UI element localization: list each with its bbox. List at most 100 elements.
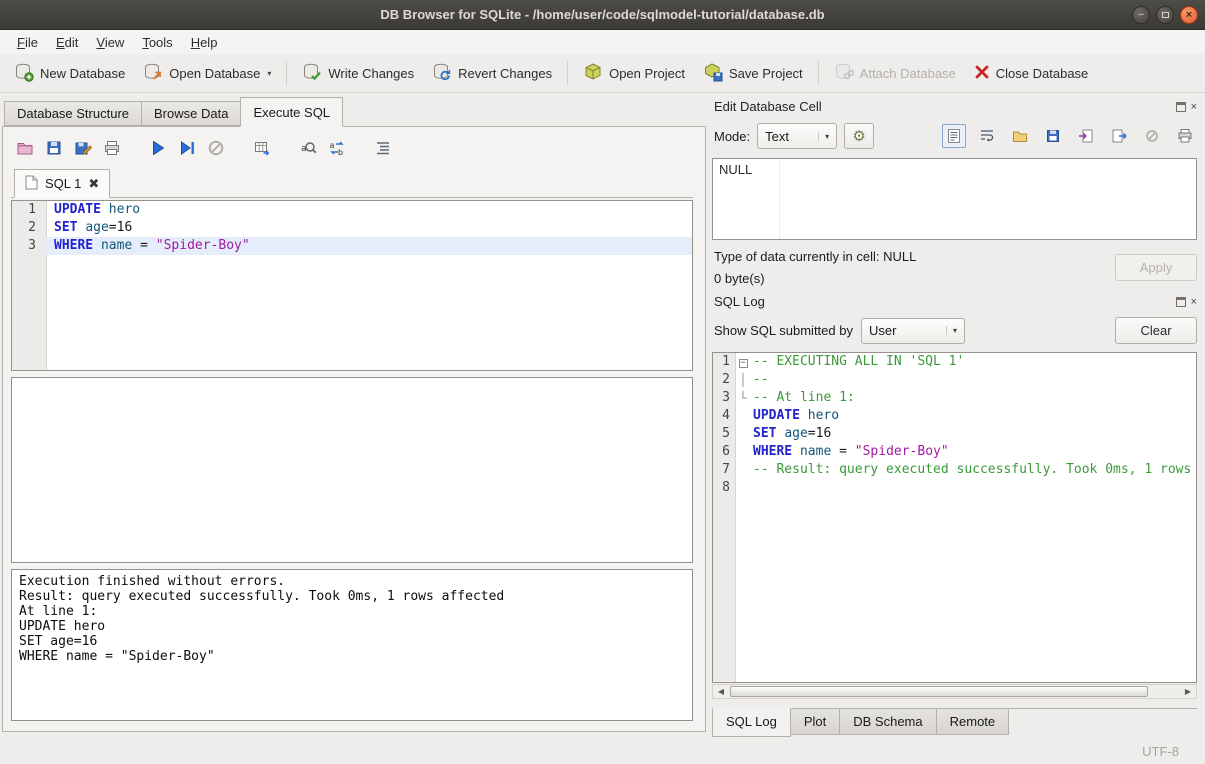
titlebar: DB Browser for SQLite - /home/user/code/… xyxy=(0,0,1205,30)
dock-float-icon[interactable] xyxy=(1176,102,1186,112)
cell-type-info: Type of data currently in cell: NULL xyxy=(714,249,916,264)
open-sql-file-button[interactable] xyxy=(13,136,37,160)
log-filter-row: Show SQL submitted by User ▾ Clear xyxy=(712,313,1197,352)
cell-mode-row: Mode: Text ▾ ⚙ xyxy=(712,118,1197,158)
log-filter-combobox[interactable]: User ▾ xyxy=(861,318,965,344)
text-mode-toggle[interactable] xyxy=(942,124,966,148)
sql-code-editor[interactable]: 1UPDATE hero2SET age=163WHERE name = "Sp… xyxy=(11,200,693,371)
revert-changes-icon xyxy=(432,62,452,85)
log-horizontal-scrollbar[interactable]: ◀ ▶ xyxy=(712,684,1197,699)
write-changes-button[interactable]: Write Changes xyxy=(294,57,422,90)
svg-text:b: b xyxy=(338,148,343,157)
find-button[interactable]: a xyxy=(296,136,320,160)
content: Database Structure Browse Data Execute S… xyxy=(0,93,1205,738)
tab-execute-sql[interactable]: Execute SQL xyxy=(240,97,343,127)
dock-tab-plot[interactable]: Plot xyxy=(790,709,840,735)
sql-log-dock-header: SQL Log × xyxy=(712,292,1197,313)
maximize-button[interactable] xyxy=(1156,6,1174,24)
save-project-icon xyxy=(703,62,723,85)
tab-browse-data[interactable]: Browse Data xyxy=(141,101,241,126)
sql-file-icon xyxy=(25,175,38,193)
open-project-button[interactable]: Open Project xyxy=(575,57,693,90)
export-csv-button[interactable] xyxy=(250,136,274,160)
sql-tabbar: SQL 1 ✖ xyxy=(11,168,693,198)
minimize-button[interactable]: – xyxy=(1132,6,1150,24)
new-database-button[interactable]: New Database xyxy=(6,57,133,90)
save-sql-file-button[interactable] xyxy=(42,136,66,160)
log-filter-value: User xyxy=(869,323,936,338)
import-cell-button[interactable] xyxy=(1074,124,1098,148)
cell-toolbar xyxy=(942,124,1197,148)
sql-toolbar: a ab xyxy=(11,133,693,168)
find-replace-button[interactable]: ab xyxy=(325,136,349,160)
write-changes-icon xyxy=(302,62,322,85)
close-button[interactable]: × xyxy=(1180,6,1198,24)
format-sql-button[interactable] xyxy=(371,136,395,160)
sql-log-title: SQL Log xyxy=(714,294,1176,309)
set-null-button[interactable] xyxy=(1140,124,1164,148)
menu-view[interactable]: View xyxy=(87,32,133,53)
export-cell-button[interactable] xyxy=(1107,124,1131,148)
menu-edit[interactable]: Edit xyxy=(47,32,87,53)
edit-cell-title: Edit Database Cell xyxy=(714,99,1176,114)
new-database-icon xyxy=(14,62,34,85)
execution-message[interactable]: Execution finished without errors. Resul… xyxy=(11,569,693,721)
revert-changes-button[interactable]: Revert Changes xyxy=(424,57,560,90)
print-button[interactable] xyxy=(100,136,124,160)
save-project-button[interactable]: Save Project xyxy=(695,57,811,90)
mode-label: Mode: xyxy=(714,129,750,144)
print-cell-button[interactable] xyxy=(1173,124,1197,148)
dock-close-icon[interactable]: × xyxy=(1191,297,1197,307)
edit-cell-dock-header: Edit Database Cell × xyxy=(712,97,1197,118)
svg-text:a: a xyxy=(330,141,335,150)
save-cell-file-button[interactable] xyxy=(1041,124,1065,148)
dock-tab-db-schema[interactable]: DB Schema xyxy=(839,709,936,735)
apply-button[interactable]: Apply xyxy=(1115,254,1197,281)
stop-button[interactable] xyxy=(204,136,228,160)
dock-tab-remote[interactable]: Remote xyxy=(936,709,1010,735)
sql-log-editor[interactable]: 1−-- EXECUTING ALL IN 'SQL 1'2│--3└-- At… xyxy=(712,352,1197,683)
execute-all-button[interactable] xyxy=(146,136,170,160)
mode-value: Text xyxy=(765,129,808,144)
scroll-right-arrow-icon[interactable]: ▶ xyxy=(1180,687,1196,696)
cell-info-row: Type of data currently in cell: NULL 0 b… xyxy=(712,240,1197,292)
menu-tools[interactable]: Tools xyxy=(133,32,181,53)
attach-database-icon xyxy=(834,62,854,85)
auto-detect-format-button[interactable]: ⚙ xyxy=(844,123,874,149)
window-controls: – × xyxy=(1132,6,1198,24)
scroll-left-arrow-icon[interactable]: ◀ xyxy=(713,687,729,696)
mode-combobox[interactable]: Text ▾ xyxy=(757,123,837,149)
encoding-indicator[interactable]: UTF-8 xyxy=(1142,744,1179,759)
sql-tab-close-icon[interactable]: ✖ xyxy=(88,176,99,192)
chevron-down-icon: ▾ xyxy=(946,326,957,335)
main-toolbar: New Database Open Database ▾ Write Chang… xyxy=(0,54,1205,93)
save-sql-as-button[interactable] xyxy=(71,136,95,160)
cell-size-info: 0 byte(s) xyxy=(714,271,916,286)
scrollbar-thumb[interactable] xyxy=(730,686,1148,697)
window-title: DB Browser for SQLite - /home/user/code/… xyxy=(0,7,1205,22)
cell-value-editor[interactable]: NULL xyxy=(712,158,1197,240)
close-database-button[interactable]: Close Database xyxy=(966,59,1097,88)
menu-file[interactable]: File xyxy=(8,32,47,53)
tab-database-structure[interactable]: Database Structure xyxy=(4,101,142,126)
dock-tab-sql-log[interactable]: SQL Log xyxy=(712,708,791,737)
menu-help[interactable]: Help xyxy=(182,32,227,53)
gear-icon: ⚙ xyxy=(852,129,865,144)
open-cell-file-button[interactable] xyxy=(1008,124,1032,148)
open-database-icon xyxy=(143,62,163,85)
open-database-dropdown-arrow[interactable]: ▾ xyxy=(267,69,271,78)
clear-log-button[interactable]: Clear xyxy=(1115,317,1197,344)
open-database-button[interactable]: Open Database ▾ xyxy=(135,57,279,90)
word-wrap-toggle[interactable] xyxy=(975,124,999,148)
maximize-icon xyxy=(1162,12,1169,18)
open-project-icon xyxy=(583,62,603,85)
sql-tab-label: SQL 1 xyxy=(45,176,81,191)
main-tab-widget: Database Structure Browse Data Execute S… xyxy=(0,93,706,738)
attach-database-button[interactable]: Attach Database xyxy=(826,57,964,90)
execute-current-line-button[interactable] xyxy=(175,136,199,160)
dock-close-icon[interactable]: × xyxy=(1191,102,1197,112)
results-grid[interactable] xyxy=(11,377,693,563)
dock-float-icon[interactable] xyxy=(1176,297,1186,307)
log-filter-label: Show SQL submitted by xyxy=(714,323,853,338)
sql-tab[interactable]: SQL 1 ✖ xyxy=(14,169,110,198)
